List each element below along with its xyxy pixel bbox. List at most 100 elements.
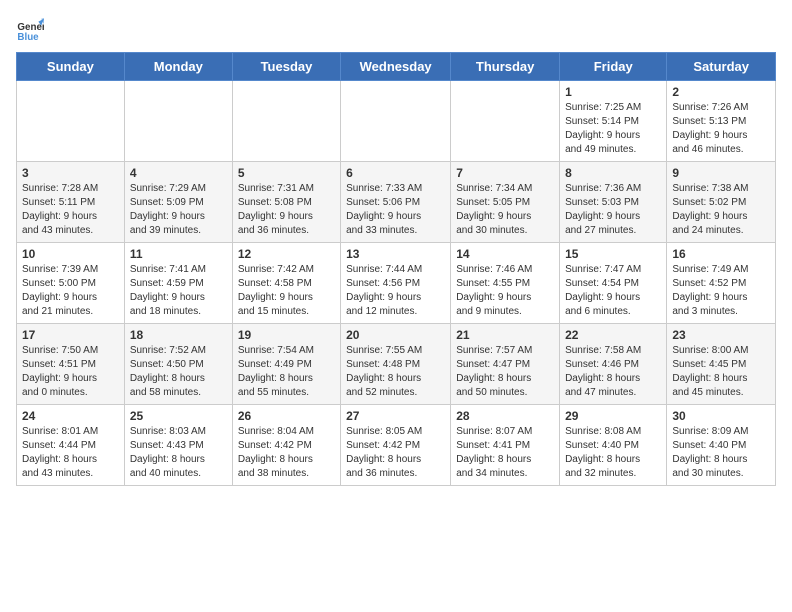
calendar-cell: 7 Sunrise: 7:34 AM Sunset: 5:05 PM Daylig… bbox=[451, 162, 560, 243]
day-number: 21 bbox=[456, 328, 554, 342]
header-saturday: Saturday bbox=[667, 53, 776, 81]
calendar-cell bbox=[124, 81, 232, 162]
calendar-cell: 26 Sunrise: 8:04 AM Sunset: 4:42 PM Dayli… bbox=[232, 405, 340, 486]
calendar-cell: 29 Sunrise: 8:08 AM Sunset: 4:40 PM Dayli… bbox=[560, 405, 667, 486]
day-info: Sunrise: 7:28 AM Sunset: 5:11 PM Dayligh… bbox=[22, 182, 119, 238]
day-info: Sunrise: 7:26 AM Sunset: 5:13 PM Dayligh… bbox=[672, 101, 770, 157]
calendar-cell: 22 Sunrise: 7:58 AM Sunset: 4:46 PM Dayli… bbox=[560, 324, 667, 405]
day-number: 16 bbox=[672, 247, 770, 261]
logo-icon: General Blue bbox=[16, 16, 44, 44]
calendar-cell: 24 Sunrise: 8:01 AM Sunset: 4:44 PM Dayli… bbox=[17, 405, 125, 486]
day-number: 23 bbox=[672, 328, 770, 342]
header-thursday: Thursday bbox=[451, 53, 560, 81]
calendar-cell: 4 Sunrise: 7:29 AM Sunset: 5:09 PM Daylig… bbox=[124, 162, 232, 243]
day-number: 5 bbox=[238, 166, 335, 180]
day-number: 15 bbox=[565, 247, 661, 261]
calendar-cell: 28Sunrise: 8:07 AM Sunset: 4:41 PM Dayli… bbox=[451, 405, 560, 486]
calendar-cell: 25 Sunrise: 8:03 AM Sunset: 4:43 PM Dayli… bbox=[124, 405, 232, 486]
calendar-cell: 16 Sunrise: 7:49 AM Sunset: 4:52 PM Dayli… bbox=[667, 243, 776, 324]
calendar-cell: 20Sunrise: 7:55 AM Sunset: 4:48 PM Dayli… bbox=[341, 324, 451, 405]
day-number: 2 bbox=[672, 85, 770, 99]
day-number: 7 bbox=[456, 166, 554, 180]
day-number: 11 bbox=[130, 247, 227, 261]
day-info: Sunrise: 7:52 AM Sunset: 4:50 PM Dayligh… bbox=[130, 344, 227, 400]
day-info: Sunrise: 7:57 AM Sunset: 4:47 PM Dayligh… bbox=[456, 344, 554, 400]
calendar-cell: 1 Sunrise: 7:25 AM Sunset: 5:14 PM Daylig… bbox=[560, 81, 667, 162]
day-number: 30 bbox=[672, 409, 770, 423]
day-number: 12 bbox=[238, 247, 335, 261]
week-row-4: 17 Sunrise: 7:50 AM Sunset: 4:51 PM Dayli… bbox=[17, 324, 776, 405]
week-row-2: 3Sunrise: 7:28 AM Sunset: 5:11 PM Daylig… bbox=[17, 162, 776, 243]
day-info: Sunrise: 8:07 AM Sunset: 4:41 PM Dayligh… bbox=[456, 425, 554, 481]
day-number: 26 bbox=[238, 409, 335, 423]
calendar-header-row: SundayMondayTuesdayWednesdayThursdayFrid… bbox=[17, 53, 776, 81]
day-number: 25 bbox=[130, 409, 227, 423]
calendar-cell: 3Sunrise: 7:28 AM Sunset: 5:11 PM Daylig… bbox=[17, 162, 125, 243]
day-info: Sunrise: 8:01 AM Sunset: 4:44 PM Dayligh… bbox=[22, 425, 119, 481]
day-info: Sunrise: 7:38 AM Sunset: 5:02 PM Dayligh… bbox=[672, 182, 770, 238]
calendar-cell: 23 Sunrise: 8:00 AM Sunset: 4:45 PM Dayli… bbox=[667, 324, 776, 405]
calendar-cell: 27 Sunrise: 8:05 AM Sunset: 4:42 PM Dayli… bbox=[341, 405, 451, 486]
calendar-cell: 10 Sunrise: 7:39 AM Sunset: 5:00 PM Dayli… bbox=[17, 243, 125, 324]
day-info: Sunrise: 7:34 AM Sunset: 5:05 PM Dayligh… bbox=[456, 182, 554, 238]
calendar-cell bbox=[341, 81, 451, 162]
calendar-cell: 11Sunrise: 7:41 AM Sunset: 4:59 PM Dayli… bbox=[124, 243, 232, 324]
day-number: 6 bbox=[346, 166, 445, 180]
day-number: 14 bbox=[456, 247, 554, 261]
calendar-cell: 14 Sunrise: 7:46 AM Sunset: 4:55 PM Dayli… bbox=[451, 243, 560, 324]
calendar-cell: 9 Sunrise: 7:38 AM Sunset: 5:02 PM Daylig… bbox=[667, 162, 776, 243]
header-tuesday: Tuesday bbox=[232, 53, 340, 81]
day-info: Sunrise: 8:09 AM Sunset: 4:40 PM Dayligh… bbox=[672, 425, 770, 481]
day-info: Sunrise: 7:46 AM Sunset: 4:55 PM Dayligh… bbox=[456, 263, 554, 319]
day-info: Sunrise: 7:58 AM Sunset: 4:46 PM Dayligh… bbox=[565, 344, 661, 400]
calendar-body: 1 Sunrise: 7:25 AM Sunset: 5:14 PM Daylig… bbox=[17, 81, 776, 486]
calendar-cell: 13 Sunrise: 7:44 AM Sunset: 4:56 PM Dayli… bbox=[341, 243, 451, 324]
day-info: Sunrise: 7:50 AM Sunset: 4:51 PM Dayligh… bbox=[22, 344, 119, 400]
calendar-cell: 18 Sunrise: 7:52 AM Sunset: 4:50 PM Dayli… bbox=[124, 324, 232, 405]
day-info: Sunrise: 7:47 AM Sunset: 4:54 PM Dayligh… bbox=[565, 263, 661, 319]
calendar-table: SundayMondayTuesdayWednesdayThursdayFrid… bbox=[16, 52, 776, 486]
day-number: 24 bbox=[22, 409, 119, 423]
day-info: Sunrise: 7:29 AM Sunset: 5:09 PM Dayligh… bbox=[130, 182, 227, 238]
calendar-cell: 21 Sunrise: 7:57 AM Sunset: 4:47 PM Dayli… bbox=[451, 324, 560, 405]
header-monday: Monday bbox=[124, 53, 232, 81]
calendar-cell: 2 Sunrise: 7:26 AM Sunset: 5:13 PM Daylig… bbox=[667, 81, 776, 162]
day-info: Sunrise: 7:25 AM Sunset: 5:14 PM Dayligh… bbox=[565, 101, 661, 157]
week-row-3: 10 Sunrise: 7:39 AM Sunset: 5:00 PM Dayli… bbox=[17, 243, 776, 324]
day-info: Sunrise: 8:00 AM Sunset: 4:45 PM Dayligh… bbox=[672, 344, 770, 400]
calendar-cell: 30 Sunrise: 8:09 AM Sunset: 4:40 PM Dayli… bbox=[667, 405, 776, 486]
day-info: Sunrise: 7:39 AM Sunset: 5:00 PM Dayligh… bbox=[22, 263, 119, 319]
header: General Blue bbox=[16, 16, 776, 44]
day-number: 17 bbox=[22, 328, 119, 342]
day-info: Sunrise: 8:05 AM Sunset: 4:42 PM Dayligh… bbox=[346, 425, 445, 481]
day-info: Sunrise: 7:33 AM Sunset: 5:06 PM Dayligh… bbox=[346, 182, 445, 238]
calendar-cell: 6 Sunrise: 7:33 AM Sunset: 5:06 PM Daylig… bbox=[341, 162, 451, 243]
day-info: Sunrise: 7:31 AM Sunset: 5:08 PM Dayligh… bbox=[238, 182, 335, 238]
day-info: Sunrise: 8:04 AM Sunset: 4:42 PM Dayligh… bbox=[238, 425, 335, 481]
day-info: Sunrise: 7:42 AM Sunset: 4:58 PM Dayligh… bbox=[238, 263, 335, 319]
day-info: Sunrise: 7:36 AM Sunset: 5:03 PM Dayligh… bbox=[565, 182, 661, 238]
day-info: Sunrise: 7:54 AM Sunset: 4:49 PM Dayligh… bbox=[238, 344, 335, 400]
day-number: 18 bbox=[130, 328, 227, 342]
calendar-cell: 17 Sunrise: 7:50 AM Sunset: 4:51 PM Dayli… bbox=[17, 324, 125, 405]
header-wednesday: Wednesday bbox=[341, 53, 451, 81]
day-number: 10 bbox=[22, 247, 119, 261]
day-info: Sunrise: 8:03 AM Sunset: 4:43 PM Dayligh… bbox=[130, 425, 227, 481]
day-number: 1 bbox=[565, 85, 661, 99]
header-sunday: Sunday bbox=[17, 53, 125, 81]
day-info: Sunrise: 7:49 AM Sunset: 4:52 PM Dayligh… bbox=[672, 263, 770, 319]
calendar-cell bbox=[451, 81, 560, 162]
calendar-cell: 19 Sunrise: 7:54 AM Sunset: 4:49 PM Dayli… bbox=[232, 324, 340, 405]
day-info: Sunrise: 8:08 AM Sunset: 4:40 PM Dayligh… bbox=[565, 425, 661, 481]
day-number: 4 bbox=[130, 166, 227, 180]
day-info: Sunrise: 7:44 AM Sunset: 4:56 PM Dayligh… bbox=[346, 263, 445, 319]
day-number: 22 bbox=[565, 328, 661, 342]
calendar-cell bbox=[232, 81, 340, 162]
day-number: 27 bbox=[346, 409, 445, 423]
day-number: 20 bbox=[346, 328, 445, 342]
logo: General Blue bbox=[16, 16, 48, 44]
day-number: 29 bbox=[565, 409, 661, 423]
day-number: 19 bbox=[238, 328, 335, 342]
day-number: 9 bbox=[672, 166, 770, 180]
day-number: 13 bbox=[346, 247, 445, 261]
